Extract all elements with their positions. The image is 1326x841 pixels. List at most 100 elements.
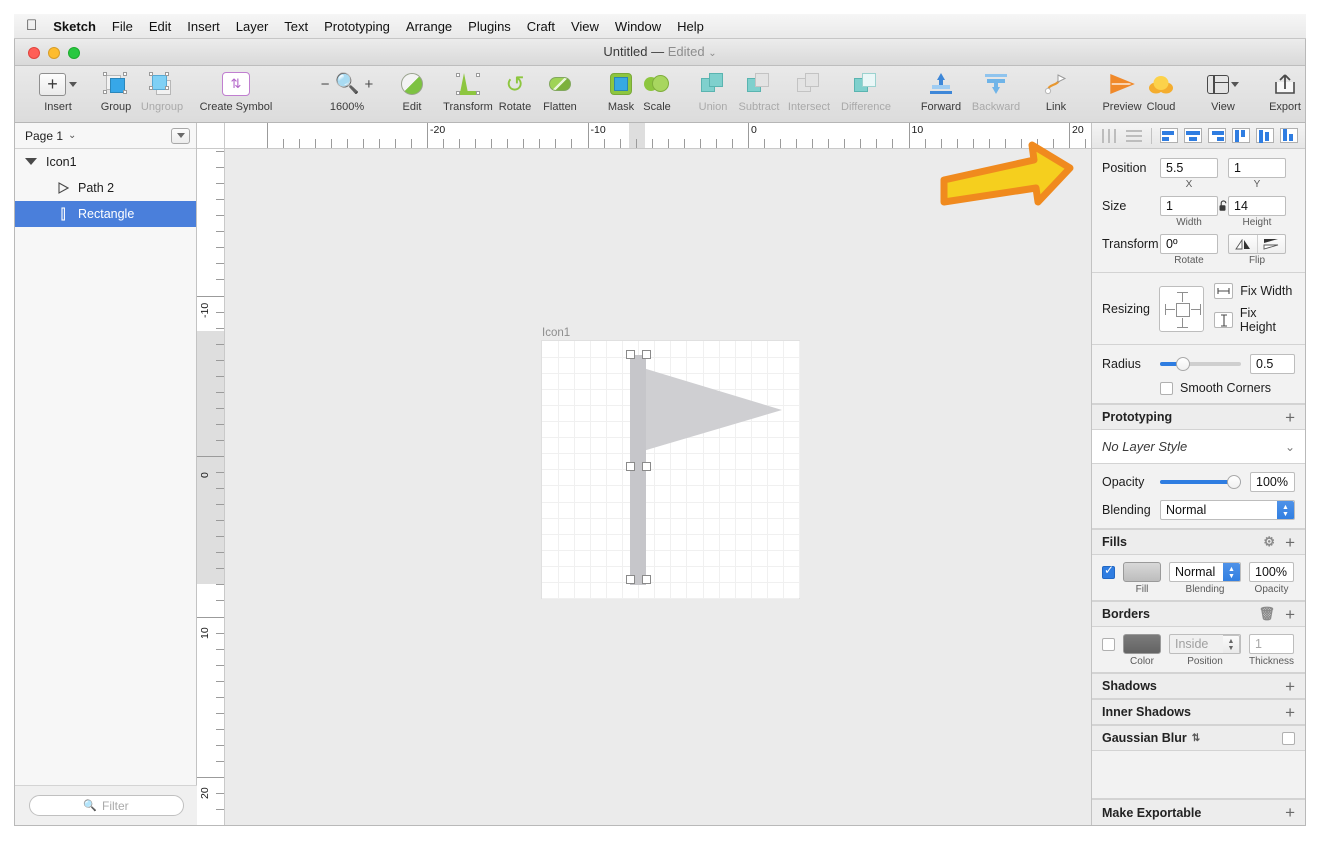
updown-stepper-icon[interactable]: ▲ ▼ — [1223, 563, 1240, 581]
toolbar-backward[interactable]: Backward — [965, 69, 1027, 113]
menu-item-sketch[interactable]: Sketch — [53, 19, 96, 34]
layer-row-path2[interactable]: Path 2 — [15, 175, 196, 201]
add-prototyping-icon[interactable]: + — [1285, 409, 1295, 426]
menu-item-prototyping[interactable]: Prototyping — [324, 19, 390, 34]
border-thickness-input[interactable]: 1 — [1249, 634, 1294, 654]
fill-enabled-checkbox[interactable] — [1102, 564, 1115, 579]
horizontal-ruler[interactable]: -20-100102030 — [225, 123, 1091, 149]
menu-item-craft[interactable]: Craft — [527, 19, 555, 34]
trash-icon[interactable]: 🗑 — [1259, 606, 1276, 622]
make-exportable-section-header[interactable]: Make Exportable + — [1092, 799, 1305, 825]
disclosure-triangle-icon[interactable] — [25, 158, 37, 165]
fill-blending-select[interactable]: Normal ▲ ▼ — [1169, 562, 1241, 582]
gear-icon[interactable]: ⚙ — [1263, 534, 1275, 550]
toolbar-cloud[interactable]: Cloud — [1139, 69, 1183, 113]
design-canvas[interactable]: Icon1 — [225, 149, 1091, 825]
selection-handle-bottom-left[interactable] — [626, 575, 635, 584]
opacity-slider[interactable] — [1160, 475, 1241, 489]
layer-row-rectangle[interactable]: Rectangle — [15, 201, 196, 227]
blending-select[interactable]: Normal ▲ ▼ — [1160, 500, 1295, 520]
fill-color-swatch[interactable] — [1123, 562, 1161, 582]
radius-slider-knob[interactable] — [1175, 357, 1190, 371]
toolbar-insert[interactable]: + Insert — [29, 69, 87, 113]
distribute-vertically-icon[interactable] — [1123, 126, 1145, 145]
fills-section-header[interactable]: Fills ⚙ + — [1092, 529, 1305, 555]
toolbar-difference[interactable]: Difference — [837, 69, 895, 113]
fill-opacity-input[interactable]: 100% — [1249, 562, 1294, 582]
menu-item-edit[interactable]: Edit — [149, 19, 171, 34]
size-width-input[interactable]: 1 — [1160, 196, 1218, 216]
align-right-icon[interactable] — [1206, 126, 1228, 145]
size-height-input[interactable]: 14 — [1228, 196, 1286, 216]
menu-item-text[interactable]: Text — [284, 19, 308, 34]
page-menu-icon[interactable] — [171, 127, 190, 144]
toolbar-rotate[interactable]: ↺ Rotate — [491, 69, 539, 113]
lock-open-icon[interactable] — [1218, 200, 1228, 212]
flip-vertical-icon[interactable] — [1258, 235, 1286, 253]
align-bottom-icon[interactable] — [1278, 126, 1300, 145]
toolbar-edit[interactable]: Edit — [391, 69, 433, 113]
fix-width-button[interactable]: Fix Width — [1214, 283, 1295, 299]
selection-handle-top-right[interactable] — [642, 350, 651, 359]
align-left-icon[interactable] — [1158, 126, 1180, 145]
artboard-label[interactable]: Icon1 — [542, 327, 570, 339]
gaussian-blur-section-header[interactable]: Gaussian Blur ⇅ — [1092, 725, 1305, 751]
toolbar-link[interactable]: Link — [1035, 69, 1077, 113]
updown-stepper-icon[interactable]: ⇅ — [1192, 733, 1200, 744]
prototyping-section-header[interactable]: Prototyping + — [1092, 404, 1305, 430]
add-inner-shadow-icon[interactable]: + — [1285, 704, 1295, 721]
resize-anchor-icon[interactable] — [1158, 285, 1205, 332]
add-shadow-icon[interactable]: + — [1285, 678, 1295, 695]
align-top-icon[interactable] — [1230, 126, 1252, 145]
position-x-input[interactable]: 5.5 — [1160, 158, 1218, 178]
borders-section-header[interactable]: Borders 🗑 + — [1092, 601, 1305, 627]
toolbar-forward[interactable]: Forward — [913, 69, 969, 113]
page-selector[interactable]: Page 1 ⌄ — [15, 123, 196, 149]
menu-item-file[interactable]: File — [112, 19, 133, 34]
fix-height-button[interactable]: Fix Height — [1214, 306, 1295, 334]
radius-input[interactable]: 0.5 — [1250, 354, 1295, 374]
opacity-slider-knob[interactable] — [1227, 475, 1241, 489]
menu-item-window[interactable]: Window — [615, 19, 661, 34]
toolbar-export[interactable]: Export — [1261, 69, 1305, 113]
selection-handle-top-left[interactable] — [626, 350, 635, 359]
selection-handle-bottom-right[interactable] — [642, 575, 651, 584]
toolbar-scale[interactable]: Scale — [633, 69, 681, 113]
artboard-icon1[interactable] — [542, 341, 800, 599]
toolbar-create-symbol[interactable]: ⇅ Create Symbol — [191, 69, 281, 113]
selection-handle-mid-right[interactable] — [642, 462, 651, 471]
inner-shadows-section-header[interactable]: Inner Shadows + — [1092, 699, 1305, 725]
add-export-icon[interactable]: + — [1285, 804, 1295, 821]
border-position-select[interactable]: Inside ▲ ▼ — [1169, 634, 1241, 654]
align-horizontal-center-icon[interactable] — [1182, 126, 1204, 145]
align-vertical-center-icon[interactable] — [1254, 126, 1276, 145]
border-enabled-checkbox[interactable] — [1102, 637, 1115, 651]
title-chevron-down-icon[interactable]: ⌄ — [708, 48, 716, 59]
menu-item-insert[interactable]: Insert — [187, 19, 220, 34]
layer-row-icon1[interactable]: Icon1 — [15, 149, 196, 175]
border-color-swatch[interactable] — [1123, 634, 1161, 654]
chevron-down-icon[interactable]: ⌄ — [1285, 440, 1295, 454]
menu-item-view[interactable]: View — [571, 19, 599, 34]
rotate-input[interactable]: 0º — [1160, 234, 1218, 254]
layer-style-select[interactable]: No Layer Style ⌄ — [1092, 430, 1305, 464]
toolbar-intersect[interactable]: Intersect — [781, 69, 837, 113]
add-fill-icon[interactable]: + — [1285, 534, 1295, 551]
toolbar-union[interactable]: Union — [689, 69, 737, 113]
add-border-icon[interactable]: + — [1285, 606, 1295, 623]
distribute-horizontally-icon[interactable] — [1099, 126, 1121, 145]
vertical-ruler[interactable]: -10 0 10 20 — [197, 149, 225, 825]
toolbar-ungroup[interactable]: Ungroup — [133, 69, 191, 113]
menu-item-help[interactable]: Help — [677, 19, 704, 34]
updown-stepper-icon[interactable]: ▲ ▼ — [1277, 501, 1294, 519]
gaussian-blur-checkbox[interactable] — [1282, 731, 1295, 745]
updown-stepper-icon[interactable]: ▲ ▼ — [1223, 635, 1240, 653]
toolbar-flatten[interactable]: Flatten — [536, 69, 584, 113]
radius-slider[interactable] — [1160, 357, 1241, 371]
triangle-flag[interactable] — [542, 341, 799, 598]
selection-handle-mid-left[interactable] — [626, 462, 635, 471]
toolbar-view[interactable]: View — [1197, 69, 1249, 113]
position-y-input[interactable]: 1 — [1228, 158, 1286, 178]
opacity-input[interactable]: 100% — [1250, 472, 1295, 492]
search-input[interactable]: 🔍 Filter — [28, 795, 184, 816]
